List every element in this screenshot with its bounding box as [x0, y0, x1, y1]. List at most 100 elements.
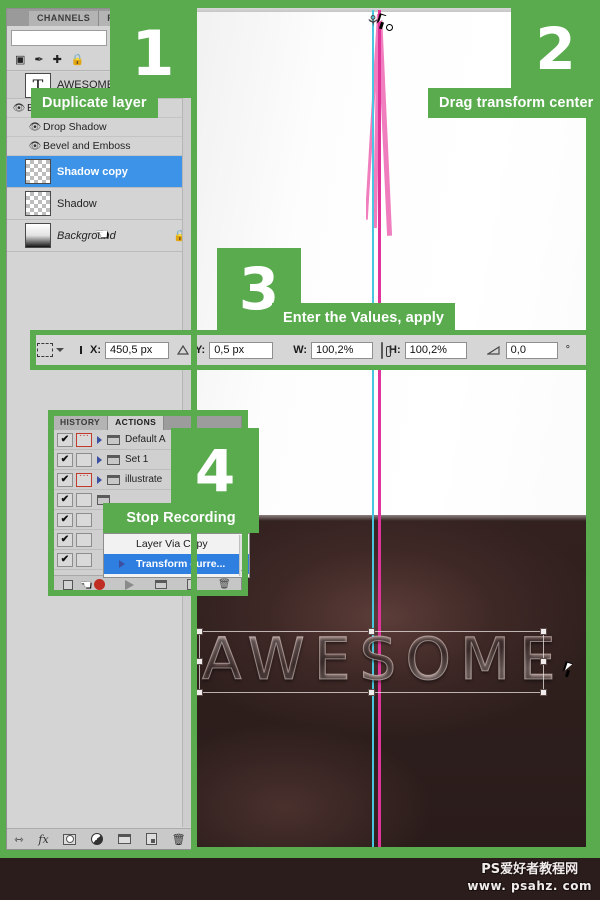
- eye-icon[interactable]: 👁: [27, 141, 43, 152]
- mouse-cursor-hand-icon: ☚: [95, 225, 109, 243]
- layer-mask-icon[interactable]: [63, 833, 77, 845]
- action-toggle-checkbox[interactable]: ✔: [57, 452, 73, 467]
- stop-playing-icon[interactable]: [63, 579, 74, 590]
- action-set-name: Set 1: [125, 454, 149, 465]
- reference-point-grid-icon[interactable]: [80, 340, 82, 360]
- action-toggle-checkbox[interactable]: ✔: [57, 472, 73, 487]
- eye-icon[interactable]: 👁: [11, 103, 27, 114]
- new-group-icon[interactable]: [118, 834, 132, 844]
- actions-row[interactable]: ✔: [53, 510, 241, 530]
- brush-lock-icon[interactable]: ✒: [34, 55, 43, 66]
- context-menu-scrollbar[interactable]: [239, 535, 248, 576]
- lock-options-row[interactable]: ▣ ✒ ✚ 🔒: [7, 51, 193, 71]
- link-layers-icon[interactable]: ⇿: [14, 833, 23, 846]
- tab-channels[interactable]: CHANNELS: [29, 11, 100, 26]
- scroll-up-arrow-icon[interactable]: [182, 73, 190, 78]
- screenshot-root: ⚘ AWESOME AWESOME CHANNELS PAT O ▣ ✒ ✚ 🔒…: [0, 0, 600, 900]
- actions-panel-tabbar[interactable]: HISTORY ACTIONS: [53, 415, 241, 430]
- action-dialog-toggle-icon[interactable]: [76, 532, 92, 547]
- tab-history[interactable]: HISTORY: [53, 415, 109, 430]
- actions-row[interactable]: ✔ Set 1: [53, 450, 241, 470]
- watermark: PS爱好者教程网 www. psahz. com: [467, 862, 592, 894]
- y-position-input[interactable]: 0,5 px: [209, 341, 274, 359]
- layer-effects-row[interactable]: 👁 Effects: [7, 99, 193, 118]
- height-input[interactable]: 100,2%: [404, 341, 467, 359]
- layer-effect-bevel-emboss[interactable]: 👁 Bevel and Emboss: [7, 137, 193, 156]
- transparency-lock-icon[interactable]: ▣: [15, 55, 25, 66]
- layers-panel-footer[interactable]: ⇿ fx 🗑: [7, 828, 193, 849]
- canvas-light-region: [196, 10, 600, 518]
- action-toggle-checkbox[interactable]: ✔: [57, 532, 73, 547]
- mouse-cursor-hand-icon: ☚: [80, 578, 92, 593]
- disclosure-triangle-icon[interactable]: [97, 435, 102, 444]
- x-position-input[interactable]: 450,5 px: [105, 341, 169, 359]
- transform-bounding-box[interactable]: [196, 628, 547, 696]
- transform-center-crosshair-icon[interactable]: ⚘: [363, 11, 383, 31]
- maintain-aspect-ratio-icon[interactable]: [381, 341, 392, 359]
- transform-handle-top-center[interactable]: [367, 628, 375, 635]
- vertical-guide-magenta-icon: [378, 10, 381, 855]
- action-dialog-toggle-icon[interactable]: [76, 430, 92, 447]
- begin-recording-icon[interactable]: [93, 579, 105, 590]
- actions-row[interactable]: ✔ illustrate: [53, 470, 241, 490]
- action-toggle-checkbox[interactable]: ✔: [57, 552, 73, 567]
- blend-mode-row[interactable]: O: [7, 27, 193, 49]
- rotation-input[interactable]: 0,0: [505, 341, 558, 359]
- tab-paths[interactable]: PAT: [99, 11, 135, 26]
- effect-label: Bevel and Emboss: [43, 140, 131, 152]
- layer-thumbnail: [25, 191, 51, 216]
- adjustment-layer-icon[interactable]: [91, 833, 104, 845]
- action-dialog-toggle-icon[interactable]: [76, 512, 92, 527]
- context-menu-item-transform-current[interactable]: Transform curre...: [104, 554, 249, 574]
- w-label: W:: [293, 344, 308, 356]
- transform-handle-top-left[interactable]: [196, 628, 203, 635]
- create-new-set-icon[interactable]: [154, 580, 167, 589]
- layer-row-shadow-copy[interactable]: Shadow copy: [7, 156, 193, 188]
- document-canvas[interactable]: ⚘ AWESOME AWESOME: [196, 0, 600, 855]
- disclosure-triangle-icon[interactable]: [97, 455, 102, 464]
- layers-panel-tabbar[interactable]: CHANNELS PAT: [7, 9, 193, 26]
- transform-handle-bottom-left[interactable]: [196, 689, 203, 696]
- transform-handle-top-right[interactable]: [540, 628, 547, 635]
- action-dialog-toggle-icon[interactable]: [76, 492, 92, 507]
- chevron-down-icon[interactable]: [56, 348, 64, 352]
- delete-icon[interactable]: 🗑: [218, 579, 231, 590]
- action-toggle-checkbox[interactable]: ✔: [57, 432, 73, 447]
- new-layer-icon[interactable]: [145, 833, 157, 845]
- free-transform-reference-icon[interactable]: [37, 343, 64, 357]
- layer-name: Shadow: [57, 197, 97, 210]
- rotate-angle-icon: [485, 345, 500, 355]
- action-dialog-toggle-icon[interactable]: [76, 552, 92, 567]
- layer-name: Background: [57, 229, 116, 242]
- layer-effect-drop-shadow[interactable]: 👁 Drop Shadow: [7, 118, 193, 137]
- create-new-action-icon[interactable]: [187, 579, 198, 590]
- transform-options-bar[interactable]: X: 450,5 px Y: 0,5 px W: 100,2% H: 100,2…: [30, 333, 600, 367]
- actions-row[interactable]: ✔ Default A: [53, 430, 241, 450]
- layer-name: Shadow copy: [57, 165, 128, 178]
- action-dialog-toggle-icon[interactable]: [76, 452, 92, 467]
- tab-actions[interactable]: ACTIONS: [108, 415, 165, 430]
- blend-mode-select[interactable]: [11, 30, 107, 46]
- action-toggle-checkbox[interactable]: ✔: [57, 512, 73, 527]
- actions-row[interactable]: ✔: [53, 490, 241, 510]
- action-set-folder-icon: [107, 474, 120, 485]
- layer-style-fx-icon[interactable]: fx: [38, 833, 48, 846]
- action-set-name: Default A: [125, 434, 166, 445]
- transform-handle-bottom-center[interactable]: [367, 689, 375, 696]
- layer-row-shadow[interactable]: Shadow: [7, 188, 193, 220]
- action-toggle-checkbox[interactable]: ✔: [57, 492, 73, 507]
- transform-handle-middle-left[interactable]: [196, 658, 203, 665]
- move-lock-icon[interactable]: ✚: [53, 55, 62, 66]
- transform-handle-middle-right[interactable]: [540, 658, 547, 665]
- transform-handle-bottom-right[interactable]: [540, 689, 547, 696]
- eye-icon[interactable]: 👁: [27, 122, 43, 133]
- action-dialog-toggle-icon[interactable]: [76, 470, 92, 487]
- play-selection-icon[interactable]: [125, 579, 135, 590]
- context-menu-item-layer-via-copy[interactable]: Layer Via Copy: [104, 534, 249, 554]
- actions-context-menu[interactable]: Layer Via Copy Transform curre...: [103, 533, 250, 578]
- delete-layer-icon[interactable]: 🗑: [172, 833, 186, 846]
- disclosure-triangle-icon[interactable]: [97, 475, 102, 484]
- layer-row-awesome[interactable]: T AWESOME fx: [7, 72, 193, 99]
- width-input[interactable]: 100,2%: [311, 341, 374, 359]
- lock-all-icon[interactable]: 🔒: [71, 55, 85, 66]
